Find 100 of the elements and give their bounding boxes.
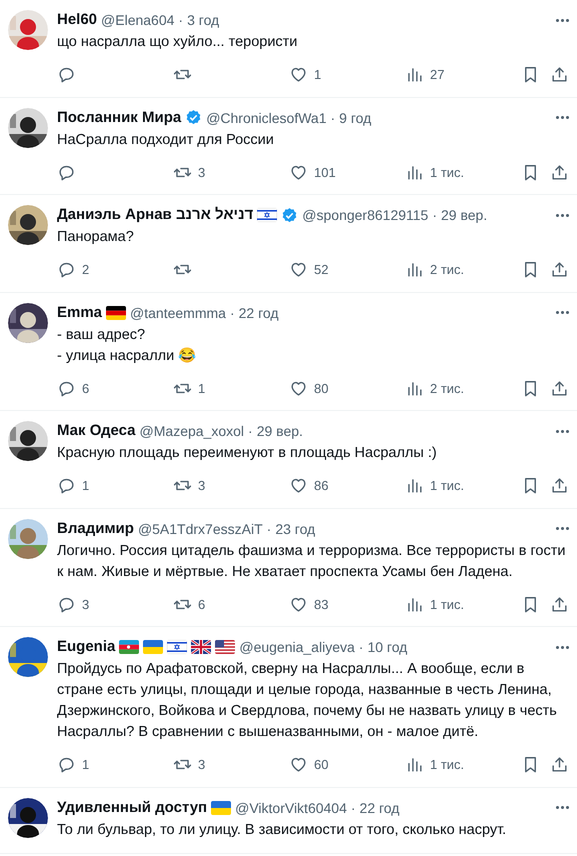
reply-button[interactable]: 2 xyxy=(57,260,173,280)
views-button[interactable]: 27 xyxy=(405,65,521,84)
user-name[interactable]: Emma xyxy=(57,302,102,322)
share-icon xyxy=(550,476,569,496)
user-name[interactable]: Даниэль Арнав דניאל ארנב xyxy=(57,205,254,225)
flag-icon xyxy=(257,208,278,222)
views-button[interactable]: 1 тис. xyxy=(405,476,521,496)
repost-button[interactable]: 1 xyxy=(173,378,289,398)
views-button[interactable]: 1 тис. xyxy=(405,755,521,774)
more-icon[interactable] xyxy=(556,806,569,809)
user-handle[interactable]: @eugenia_aliyeva xyxy=(239,637,355,657)
post-time[interactable]: 22 год xyxy=(238,302,279,322)
views-button[interactable]: 1 тис. xyxy=(405,162,521,182)
separator-dot: · xyxy=(350,798,356,818)
like-icon xyxy=(289,755,308,774)
like-button[interactable]: 83 xyxy=(289,594,405,614)
reply-button[interactable]: 6 xyxy=(57,378,173,398)
share-button[interactable] xyxy=(550,755,569,774)
user-handle[interactable]: @Elena604 xyxy=(101,10,174,30)
reply-icon xyxy=(57,755,76,774)
more-icon[interactable] xyxy=(556,646,569,648)
share-button[interactable] xyxy=(550,162,569,182)
reply-text: Пройдусь по Арафатовской, сверну на Насраллы... А вообще, если в стране есть улицы, площади и целые города, названные в честь Ленина, Дзержинского, Войкова и Свердлова, почему бы не назвать улицу в честь Насраллы? В сравнении с вышеназванными, он - малое дитё. xyxy=(57,660,558,742)
reply-icon xyxy=(57,260,76,280)
flag-icon xyxy=(211,800,232,814)
reply-text: Красную площадь переименуют в площадь Насраллы :) xyxy=(57,444,438,463)
share-button[interactable] xyxy=(550,65,569,84)
repost-button[interactable]: 3 xyxy=(173,755,289,774)
like-icon xyxy=(289,260,308,280)
more-icon[interactable] xyxy=(556,116,569,119)
post-time[interactable]: 3 год xyxy=(187,10,220,30)
reply-button[interactable]: 3 xyxy=(57,594,173,614)
more-icon[interactable] xyxy=(556,527,569,530)
reply-text: Панорама? xyxy=(57,228,135,247)
share-icon xyxy=(550,162,569,182)
user-handle[interactable]: @ViktorVikt60404 xyxy=(235,798,347,818)
more-icon[interactable] xyxy=(556,430,569,432)
like-button[interactable]: 86 xyxy=(289,476,405,496)
reply-button[interactable]: 1 xyxy=(57,476,173,496)
user-name[interactable]: Посланник Мира xyxy=(57,108,182,128)
user-name[interactable]: Владимир xyxy=(57,518,134,538)
share-icon xyxy=(550,260,569,280)
flag-icon xyxy=(167,640,188,654)
like-button[interactable]: 60 xyxy=(289,755,405,774)
separator-dot: · xyxy=(432,206,438,225)
share-button[interactable] xyxy=(550,594,569,614)
post-time[interactable]: 29 вер. xyxy=(441,205,488,225)
reply-text: що насралла що хуйло... терористи xyxy=(57,33,298,52)
post-time[interactable]: 22 год xyxy=(360,798,400,818)
reply-icon xyxy=(57,65,76,84)
user-handle[interactable]: @ChroniclesofWa1 xyxy=(206,108,326,128)
like-button[interactable]: 1 xyxy=(289,65,405,84)
flag-icon xyxy=(143,640,164,654)
like-button[interactable]: 80 xyxy=(289,378,405,398)
share-button[interactable] xyxy=(550,476,569,496)
separator-dot: · xyxy=(178,11,184,30)
reply-text: Логично. Россия цитадель фашизма и терроризма. Все террористы в гости к нам. Живые и мёртвые. Не хватает проспекта Усамы бен Ладена. xyxy=(57,542,566,582)
user-handle[interactable]: @Mazepa_xoxol xyxy=(140,421,244,441)
repost-button[interactable]: 6 xyxy=(173,594,289,614)
views-button[interactable]: 2 тис. xyxy=(405,260,521,280)
share-icon xyxy=(550,378,569,398)
like-icon xyxy=(289,65,308,84)
flag-icon xyxy=(215,640,236,654)
user-handle[interactable]: @sponger86129115 xyxy=(302,205,428,225)
share-button[interactable] xyxy=(550,260,569,280)
like-button[interactable]: 101 xyxy=(289,162,405,182)
share-icon xyxy=(550,65,569,84)
separator-dot: · xyxy=(248,422,253,441)
separator-dot: · xyxy=(266,520,272,538)
user-name[interactable]: Мак Одеса xyxy=(57,421,136,441)
user-name[interactable]: Удивленный доступ xyxy=(57,798,208,818)
user-handle[interactable]: @5A1Tdrx7esszAiT xyxy=(138,518,263,538)
share-icon xyxy=(550,594,569,614)
user-name[interactable]: Hel60 xyxy=(57,10,98,30)
user-name[interactable]: Eugenia xyxy=(57,637,116,657)
views-button[interactable]: 1 тис. xyxy=(405,594,521,614)
flag-icon xyxy=(191,640,212,654)
post-time[interactable]: 10 год xyxy=(367,637,408,657)
post-time[interactable]: 29 вер. xyxy=(256,421,303,441)
repost-button[interactable]: 3 xyxy=(173,162,289,182)
post-time[interactable]: 23 год xyxy=(275,518,316,538)
separator-dot: · xyxy=(358,638,364,657)
reply-button[interactable]: 1 xyxy=(57,755,173,774)
like-icon xyxy=(289,476,308,496)
reply-icon xyxy=(57,476,76,496)
more-icon[interactable] xyxy=(556,311,569,314)
views-button[interactable]: 2 тис. xyxy=(405,378,521,398)
flag-icon xyxy=(119,640,140,654)
share-button[interactable] xyxy=(550,378,569,398)
reply-text: - улица насралли 😂 xyxy=(57,346,198,366)
more-icon[interactable] xyxy=(556,214,569,216)
more-icon[interactable] xyxy=(556,18,569,22)
share-icon xyxy=(550,755,569,774)
flag-icon xyxy=(106,306,126,320)
like-button[interactable]: 52 xyxy=(289,260,405,280)
post-time[interactable]: 9 год xyxy=(339,108,372,128)
separator-dot: · xyxy=(330,108,336,128)
separator-dot: · xyxy=(230,304,235,322)
user-handle[interactable]: @tanteemmma xyxy=(130,302,226,322)
repost-button[interactable]: 3 xyxy=(173,476,289,496)
